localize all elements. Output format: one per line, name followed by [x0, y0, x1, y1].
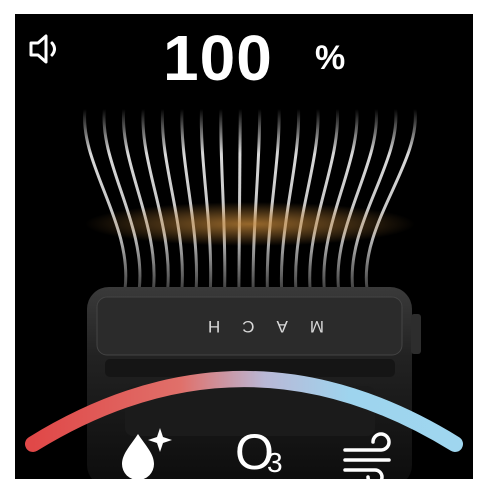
airflow-line [265, 108, 281, 290]
airflow-line [199, 108, 213, 290]
ozone-subscript: 3 [267, 447, 283, 478]
ozone-mode-button[interactable]: O 3 [229, 424, 295, 479]
airflow-line [102, 108, 142, 290]
screen: 100 % MACH O 3 [0, 0, 479, 483]
warm-glow [85, 202, 415, 246]
airflow-line [219, 108, 227, 290]
device-display: 100 % MACH O 3 [15, 14, 473, 479]
airflow-line [160, 108, 184, 290]
airflow-line [251, 108, 262, 290]
droplet-sparkle-icon [122, 428, 172, 479]
wind-mode-button[interactable] [341, 430, 401, 479]
power-value: 100 [163, 22, 273, 94]
moisture-mode-button[interactable] [116, 426, 178, 479]
power-unit: % [315, 39, 346, 77]
wind-icon [343, 432, 391, 479]
volume-button[interactable] [27, 32, 63, 66]
brand-engraving: MACH [185, 317, 325, 336]
airflow-line [180, 108, 199, 290]
speaker-icon [29, 34, 56, 64]
airflow-lines [83, 108, 417, 290]
airflow-line [237, 108, 242, 290]
